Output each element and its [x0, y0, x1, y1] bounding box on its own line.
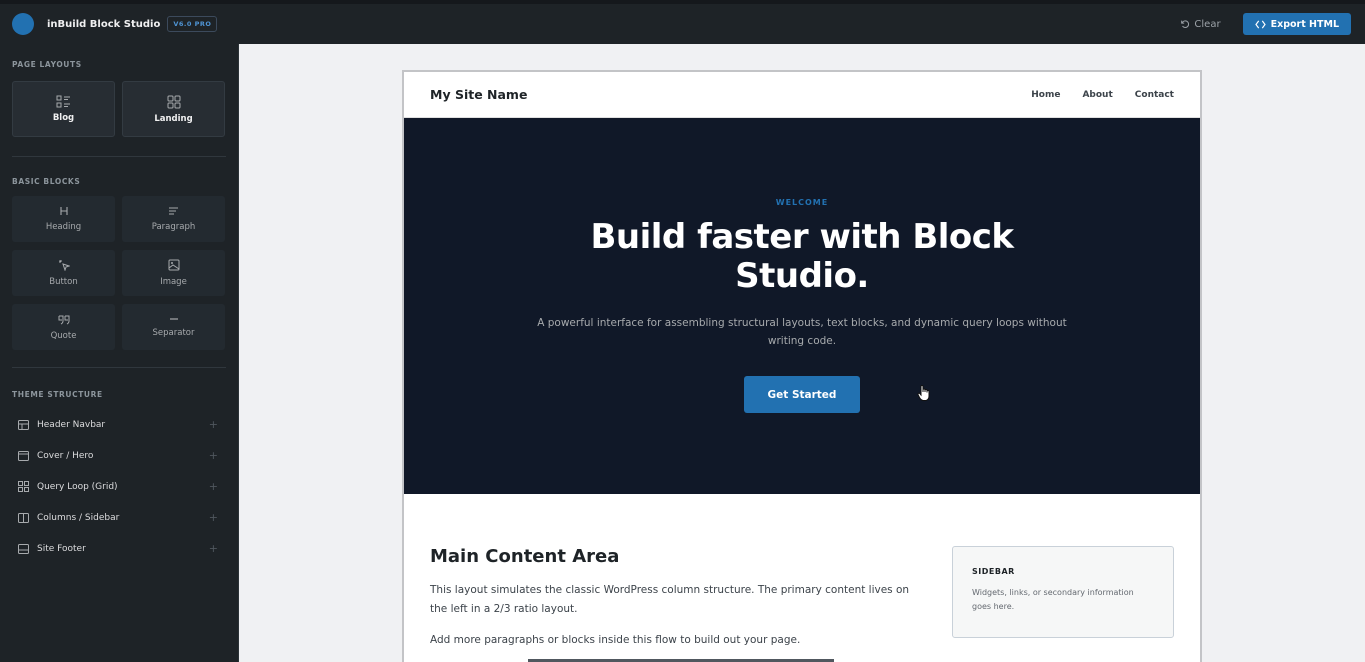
app-logo: [12, 13, 34, 35]
clear-button[interactable]: Clear: [1180, 18, 1221, 30]
structure-label: Site Footer: [37, 543, 86, 554]
block-label: Separator: [152, 328, 195, 338]
version-badge: V6.0 PRO: [167, 16, 218, 32]
sidebar-widget[interactable]: SIDEBAR Widgets, links, or secondary inf…: [952, 546, 1174, 638]
block-heading[interactable]: Heading: [12, 196, 115, 242]
hero-subtitle[interactable]: A powerful interface for assembling stru…: [532, 314, 1072, 350]
button-icon: [58, 260, 70, 271]
export-html-button[interactable]: Export HTML: [1242, 13, 1351, 35]
main-paragraph[interactable]: This layout simulates the classic WordPr…: [430, 581, 920, 619]
layout-blog[interactable]: Blog: [12, 81, 115, 137]
app-title: inBuild Block Studio: [47, 18, 161, 30]
structure-label: Columns / Sidebar: [37, 512, 120, 523]
block-label: Image: [160, 277, 187, 287]
hero-eyebrow[interactable]: WELCOME: [776, 198, 828, 207]
theme-structure-title: THEME STRUCTURE: [12, 390, 103, 399]
block-separator[interactable]: Separator: [122, 304, 225, 350]
quote-icon: [58, 315, 69, 324]
add-icon[interactable]: +: [209, 449, 218, 462]
add-icon[interactable]: +: [209, 542, 218, 555]
paragraph-icon: [169, 207, 178, 215]
sidebar-widget-text[interactable]: Widgets, links, or secondary information…: [972, 586, 1154, 614]
site-nav: Home About Contact: [1009, 90, 1174, 100]
block-image[interactable]: Image: [122, 250, 225, 296]
structure-header-navbar[interactable]: Header Navbar +: [0, 409, 238, 440]
clear-label: Clear: [1194, 18, 1221, 30]
landing-layout-icon: [167, 95, 180, 108]
blog-layout-icon: [56, 95, 70, 108]
export-label: Export HTML: [1270, 18, 1339, 30]
block-paragraph[interactable]: Paragraph: [122, 196, 225, 242]
page-layouts-title: PAGE LAYOUTS: [12, 60, 82, 69]
main-title[interactable]: Main Content Area: [430, 546, 920, 567]
layout-label: Landing: [154, 113, 193, 124]
code-icon: [1254, 20, 1266, 28]
separator-icon: [169, 318, 178, 320]
main-column[interactable]: Main Content Area This layout simulates …: [430, 546, 920, 650]
header-navbar-icon: [18, 419, 29, 430]
top-bar: inBuild Block Studio V6.0 PRO Clear Expo…: [0, 0, 1365, 44]
structure-label: Cover / Hero: [37, 450, 94, 461]
block-label: Quote: [50, 330, 77, 341]
columns-icon: [18, 512, 29, 523]
block-label: Heading: [45, 222, 82, 232]
block-label: Paragraph: [151, 222, 196, 232]
nav-home[interactable]: Home: [1031, 90, 1060, 100]
nav-about[interactable]: About: [1082, 90, 1112, 100]
query-loop-icon: [18, 481, 29, 492]
hero-block[interactable]: WELCOME Build faster with Block Studio. …: [404, 118, 1200, 494]
main-paragraph-2[interactable]: Add more paragraphs or blocks inside thi…: [430, 631, 920, 650]
page-canvas[interactable]: My Site Name Home About Contact WELCOME …: [402, 70, 1202, 662]
block-button[interactable]: Button: [12, 250, 115, 296]
divider: [12, 156, 226, 157]
get-started-button[interactable]: Get Started: [744, 376, 860, 413]
structure-label: Query Loop (Grid): [37, 481, 118, 492]
sidebar-widget-title[interactable]: SIDEBAR: [972, 567, 1154, 576]
layout-landing[interactable]: Landing: [122, 81, 225, 137]
block-sidebar: PAGE LAYOUTS Blog Landing BASIC BLOCKS H…: [0, 44, 239, 662]
block-label: Button: [49, 277, 78, 287]
site-header-block[interactable]: My Site Name Home About Contact: [404, 72, 1200, 118]
site-footer-icon: [18, 543, 29, 554]
hand-cursor-icon: [917, 384, 930, 401]
layout-label: Blog: [52, 113, 75, 123]
block-quote[interactable]: Quote: [12, 304, 115, 350]
site-name[interactable]: My Site Name: [430, 87, 527, 102]
structure-query-loop[interactable]: Query Loop (Grid) +: [0, 471, 238, 502]
cover-hero-icon: [18, 450, 29, 461]
structure-cover-hero[interactable]: Cover / Hero +: [0, 440, 238, 471]
image-icon: [168, 259, 179, 271]
structure-site-footer[interactable]: Site Footer +: [0, 533, 238, 564]
nav-contact[interactable]: Contact: [1135, 90, 1174, 100]
add-icon[interactable]: +: [209, 480, 218, 493]
basic-blocks-title: BASIC BLOCKS: [12, 177, 81, 186]
divider: [12, 367, 226, 368]
hero-title[interactable]: Build faster with Block Studio.: [572, 218, 1032, 296]
undo-icon: [1181, 20, 1190, 29]
heading-icon: [59, 207, 68, 215]
structure-columns-sidebar[interactable]: Columns / Sidebar +: [0, 502, 238, 533]
add-icon[interactable]: +: [209, 511, 218, 524]
columns-block[interactable]: Main Content Area This layout simulates …: [404, 494, 1200, 650]
add-icon[interactable]: +: [209, 418, 218, 431]
structure-label: Header Navbar: [37, 419, 106, 430]
